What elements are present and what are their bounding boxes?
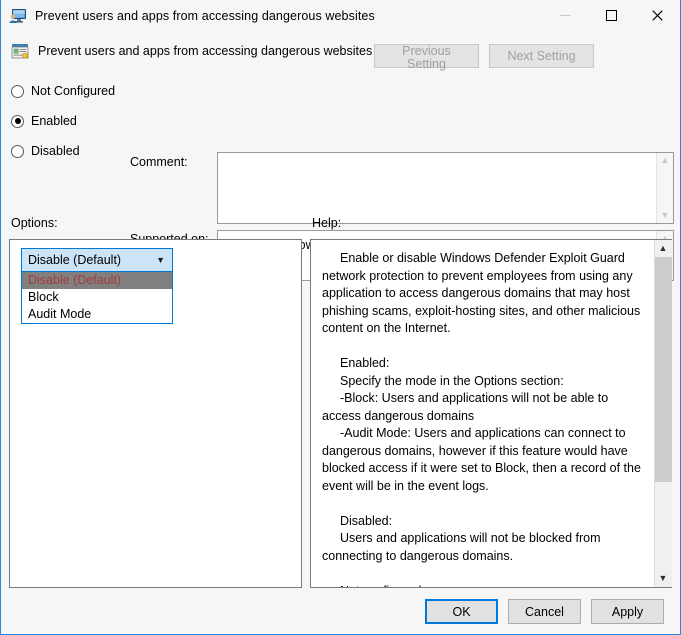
policy-setting-dialog: Prevent users and apps from accessing da… bbox=[0, 0, 681, 635]
chevron-up-icon[interactable]: ▲ bbox=[654, 240, 672, 257]
combobox-dropdown-list: Disable (Default) Block Audit Mode bbox=[21, 272, 173, 324]
chevron-down-icon[interactable]: ▼ bbox=[654, 570, 672, 587]
state-area: Not Configured Enabled Disabled Comment:… bbox=[1, 70, 680, 281]
help-spacer bbox=[322, 565, 642, 583]
window-title: Prevent users and apps from accessing da… bbox=[35, 9, 375, 23]
panes-container: Disable (Default) ▼ Disable (Default) Bl… bbox=[9, 239, 672, 634]
chevron-down-icon[interactable]: ▼ bbox=[156, 249, 165, 271]
window-controls bbox=[542, 0, 680, 31]
comment-label: Comment: bbox=[130, 155, 188, 169]
help-paragraph: Disabled: bbox=[340, 513, 393, 528]
help-spacer bbox=[322, 495, 642, 513]
setting-title: Prevent users and apps from accessing da… bbox=[38, 44, 373, 58]
help-paragraph: Users and applications will not be block… bbox=[322, 531, 601, 563]
mode-combobox[interactable]: Disable (Default) ▼ Disable (Default) Bl… bbox=[21, 248, 173, 324]
navigation-buttons: Previous Setting Next Setting bbox=[374, 44, 594, 70]
close-icon[interactable] bbox=[634, 0, 680, 31]
radio-not-configured[interactable]: Not Configured bbox=[11, 76, 146, 106]
radio-label: Not Configured bbox=[31, 84, 116, 98]
combobox-option-audit-mode[interactable]: Audit Mode bbox=[22, 306, 172, 323]
maximize-icon[interactable] bbox=[588, 0, 634, 31]
minimize-icon[interactable] bbox=[542, 0, 588, 31]
next-setting-button[interactable]: Next Setting bbox=[489, 44, 594, 68]
dialog-footer: OK Cancel Apply bbox=[425, 599, 664, 624]
help-paragraph: Enabled: bbox=[340, 356, 390, 370]
help-label: Help: bbox=[312, 216, 342, 230]
help-paragraph: -Audit Mode: Users and applications can … bbox=[322, 426, 641, 493]
combobox-option-block[interactable]: Block bbox=[22, 289, 172, 306]
radio-indicator bbox=[11, 114, 24, 128]
scrollbar-track[interactable] bbox=[654, 257, 672, 570]
help-paragraph: Specify the mode in the Options section: bbox=[340, 373, 564, 388]
help-paragraph: -Block: Users and applications will not … bbox=[322, 391, 609, 423]
policy-setting-icon bbox=[11, 42, 29, 60]
combobox-field[interactable]: Disable (Default) ▼ bbox=[21, 248, 173, 272]
radio-label: Enabled bbox=[31, 114, 77, 128]
help-text-content: Enable or disable Windows Defender Explo… bbox=[311, 240, 654, 587]
previous-setting-button[interactable]: Previous Setting bbox=[374, 44, 479, 70]
radio-indicator bbox=[11, 144, 24, 158]
cancel-button[interactable]: Cancel bbox=[508, 599, 581, 624]
apply-button[interactable]: Apply bbox=[591, 599, 664, 624]
radio-label: Disabled bbox=[31, 144, 80, 158]
combobox-option-disable[interactable]: Disable (Default) bbox=[22, 272, 172, 289]
scrollbar-thumb[interactable] bbox=[654, 257, 672, 483]
ok-button[interactable]: OK bbox=[425, 599, 498, 624]
help-paragraph: Enable or disable Windows Defender Explo… bbox=[322, 251, 641, 335]
chevron-up-icon[interactable]: ▲ bbox=[661, 156, 670, 165]
radio-disabled[interactable]: Disabled bbox=[11, 136, 146, 166]
options-pane: Disable (Default) ▼ Disable (Default) Bl… bbox=[9, 239, 302, 588]
combobox-selected-value: Disable (Default) bbox=[28, 253, 122, 267]
section-labels: Options: Help: bbox=[1, 213, 680, 239]
title-bar: Prevent users and apps from accessing da… bbox=[1, 0, 680, 32]
radio-indicator bbox=[11, 84, 24, 98]
policy-monitor-icon bbox=[9, 8, 27, 24]
options-label: Options: bbox=[11, 216, 58, 230]
help-pane: Enable or disable Windows Defender Explo… bbox=[310, 239, 672, 588]
state-radio-group: Not Configured Enabled Disabled bbox=[11, 76, 146, 166]
help-paragraph: Not configured: bbox=[322, 583, 642, 588]
help-spacer bbox=[322, 338, 642, 356]
radio-enabled[interactable]: Enabled bbox=[11, 106, 146, 136]
help-scrollbar[interactable]: ▲ ▼ bbox=[654, 240, 672, 587]
